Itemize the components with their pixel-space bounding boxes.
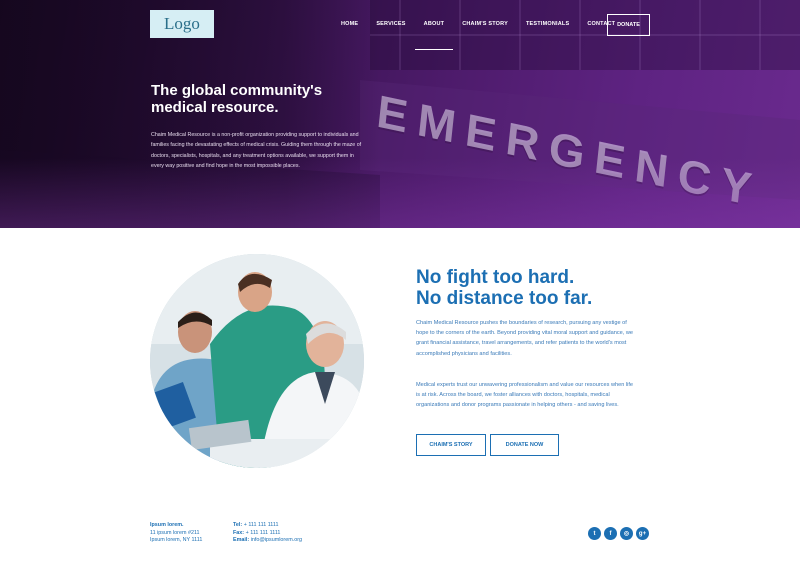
hero-section: EMERGENCY Logo HOME SERVICES ABOUT CHAIM…: [0, 0, 800, 228]
social-links: t f ◎ g+: [588, 527, 649, 540]
footer-address: Ipsum lorem. 11 ipsum lorem #211 Ipsum l…: [150, 522, 202, 545]
fax-label: Fax:: [233, 529, 245, 536]
hero-title: The global community's medical resource.: [151, 82, 323, 116]
address-line-3: Ipsum lorem, NY 1111: [150, 537, 203, 544]
email-label: Email:: [233, 537, 250, 544]
tel-value[interactable]: + 111 111 1111: [244, 522, 279, 528]
about-headline: No fight too hard. No distance too far.: [416, 267, 592, 309]
headline-line-2: No distance too far.: [416, 288, 593, 309]
hero-description: Chaim Medical Resource is a non-profit o…: [151, 132, 362, 169]
address-line-1: Ipsum lorem.: [150, 522, 184, 528]
nav-home[interactable]: HOME: [332, 14, 367, 34]
facebook-icon[interactable]: f: [604, 527, 617, 540]
nav-testimonials[interactable]: TESTIMONIALS: [517, 14, 578, 34]
nav-chaims-story[interactable]: CHAIM'S STORY: [453, 14, 517, 34]
chaims-story-button[interactable]: CHAIM'S STORY: [416, 434, 486, 456]
nav-services[interactable]: SERVICES: [367, 14, 414, 34]
google-plus-icon[interactable]: g+: [636, 527, 649, 540]
donate-now-button[interactable]: DONATE NOW: [490, 434, 559, 456]
footer-contact: Tel: + 111 111 1111 Fax: + 111 111 1111 …: [233, 522, 302, 545]
twitter-icon[interactable]: t: [588, 527, 601, 540]
nav-about[interactable]: ABOUT: [414, 14, 454, 50]
logo[interactable]: Logo: [150, 10, 214, 38]
about-paragraph-2: Medical experts trust our unwavering pro…: [416, 382, 634, 409]
main-nav: HOME SERVICES ABOUT CHAIM'S STORY TESTIM…: [332, 14, 624, 50]
doctors-photo: [150, 254, 364, 468]
donate-button[interactable]: DONATE: [607, 14, 650, 36]
email-link[interactable]: info@ipsumlorem.org: [251, 537, 302, 543]
address-line-2: 11 ipsum lorem #211: [150, 529, 200, 536]
about-paragraph-1: Chaim Medical Resource pushes the bounda…: [416, 320, 634, 357]
fax-value: + 111 111 1111: [245, 529, 281, 536]
headline-line-1: No fight too hard.: [416, 267, 575, 288]
instagram-icon[interactable]: ◎: [620, 527, 633, 540]
tel-label: Tel:: [233, 522, 243, 528]
